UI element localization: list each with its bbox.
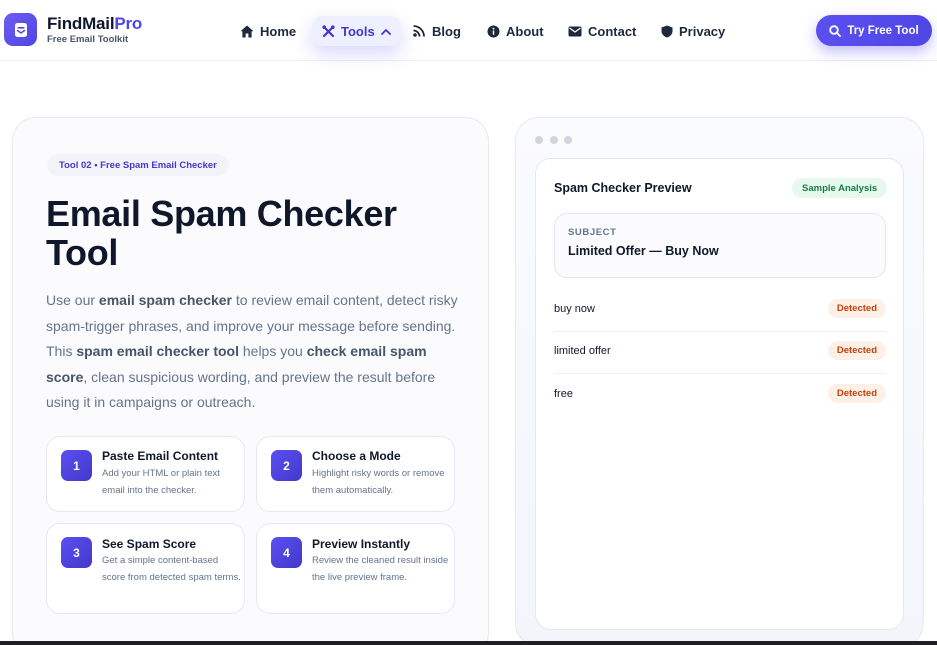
- window-dot: [550, 136, 558, 144]
- spam-term: free: [554, 388, 573, 400]
- brand[interactable]: FindMailPro Free Email Toolkit: [47, 15, 142, 46]
- sample-analysis-badge: Sample Analysis: [792, 178, 888, 198]
- nav-home[interactable]: Home: [240, 16, 296, 46]
- search-icon: [829, 24, 842, 37]
- brand-subtitle: Free Email Toolkit: [47, 34, 129, 45]
- chevron-up-icon: [380, 28, 391, 35]
- spam-term-row: limited offer Detected: [554, 332, 886, 374]
- step-title: See Spam Score: [102, 537, 197, 551]
- info-icon: [487, 25, 500, 37]
- nav-privacy[interactable]: Privacy: [661, 16, 725, 46]
- home-icon: [240, 25, 254, 37]
- subject-label: SUBJECT: [568, 227, 617, 238]
- step-number: 2: [271, 450, 302, 481]
- preview-title: Spam Checker Preview: [554, 181, 692, 195]
- spam-term-row: buy now Detected: [554, 290, 886, 332]
- tool-pill-badge: Tool 02 • Free Spam Email Checker: [47, 154, 229, 176]
- nav-about-label: About: [506, 23, 544, 39]
- step-number: 1: [61, 450, 92, 481]
- subject-value: Limited Offer — Buy Now: [568, 244, 719, 258]
- step-card-preview: 4 Preview Instantly Review the cleaned r…: [256, 523, 455, 614]
- detected-badge: Detected: [827, 384, 886, 403]
- step-title: Choose a Mode: [312, 449, 401, 463]
- nav-tools-label: Tools: [341, 23, 375, 39]
- step-card-score: 3 See Spam Score Get a simple content-ba…: [46, 523, 245, 614]
- logo-mail-icon[interactable]: [4, 13, 37, 46]
- tools-icon: [322, 24, 335, 37]
- blog-icon: [413, 25, 425, 37]
- nav-tools[interactable]: Tools: [312, 16, 401, 46]
- step-card-paste: 1 Paste Email Content Add your HTML or p…: [46, 436, 245, 512]
- spam-term: limited offer: [554, 345, 611, 357]
- window-dot: [535, 136, 543, 144]
- nav-privacy-label: Privacy: [679, 23, 726, 39]
- nav-blog-label: Blog: [432, 23, 461, 39]
- nav-blog[interactable]: Blog: [412, 16, 461, 46]
- nav-home-label: Home: [260, 23, 297, 39]
- step-number: 3: [61, 537, 92, 568]
- step-text: Add your HTML or plain text email into t…: [102, 468, 220, 496]
- spam-term: buy now: [554, 303, 595, 315]
- spam-term-row: free Detected: [554, 375, 886, 417]
- bottom-edge: [0, 641, 937, 645]
- step-number: 4: [271, 537, 302, 568]
- brand-name: FindMailPro: [47, 14, 143, 33]
- hero-description: Use our email spam checker to review ema…: [46, 292, 458, 410]
- nav-contact-label: Contact: [588, 23, 637, 39]
- nav-about[interactable]: About: [487, 16, 544, 46]
- site-header: FindMailPro Free Email Toolkit Home Tool…: [0, 0, 937, 61]
- step-title: Paste Email Content: [102, 449, 219, 463]
- try-free-tool-label: Try Free Tool: [847, 24, 919, 37]
- window-dot: [564, 136, 572, 144]
- detected-badge: Detected: [827, 341, 886, 360]
- mail-icon: [568, 26, 582, 36]
- nav-contact[interactable]: Contact: [568, 16, 636, 46]
- detected-badge: Detected: [827, 299, 886, 318]
- step-card-mode: 2 Choose a Mode Highlight risky words or…: [256, 436, 455, 512]
- step-text: Highlight risky words or remove them aut…: [312, 468, 445, 496]
- shield-icon: [661, 25, 673, 37]
- step-text: Get a simple content-based score from de…: [102, 555, 241, 583]
- try-free-tool-button[interactable]: Try Free Tool: [816, 15, 932, 46]
- page-title: Email Spam Checker Tool: [46, 193, 397, 273]
- step-title: Preview Instantly: [312, 537, 411, 551]
- step-text: Review the cleaned result inside the liv…: [312, 555, 449, 583]
